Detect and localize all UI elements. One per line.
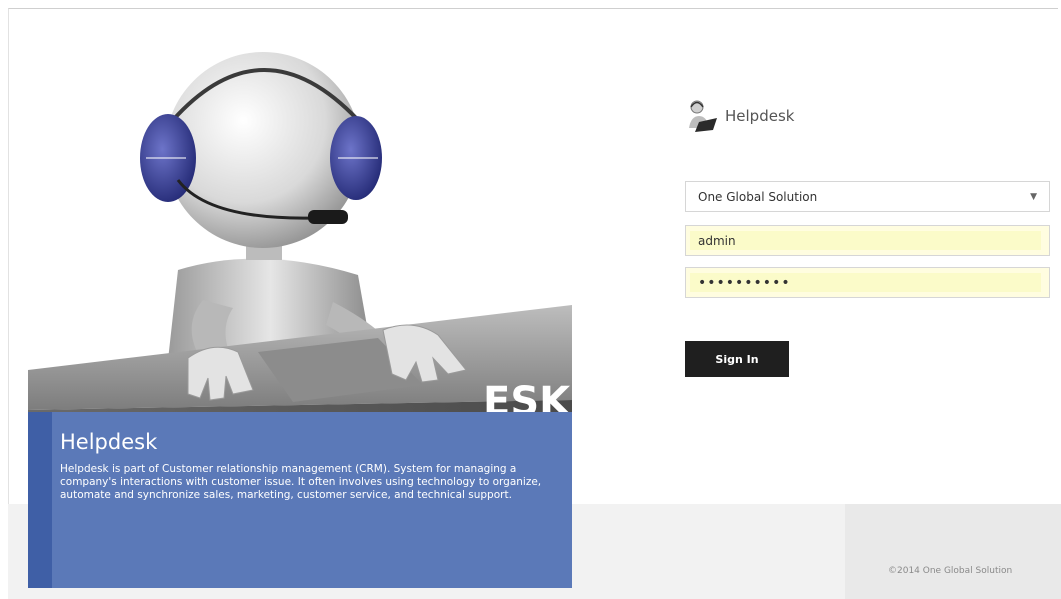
password-value: •••••••••• [698,274,791,291]
autofill-highlight [690,231,1041,250]
username-value: admin [698,233,736,248]
username-field[interactable]: admin [685,225,1050,256]
company-select[interactable]: One Global Solution ▼ [685,181,1050,212]
copyright-text: ©2014 One Global Solution [888,566,1013,576]
info-description: Helpdesk is part of Customer relationshi… [60,463,542,501]
password-field[interactable]: •••••••••• [685,267,1050,298]
chevron-down-icon: ▼ [1030,191,1037,202]
info-panel-accent [28,412,52,588]
info-title: Helpdesk [60,430,158,454]
signin-button[interactable]: Sign In [685,341,789,377]
brand-name: Helpdesk [725,107,795,125]
helpdesk-logo-icon [689,100,717,132]
info-panel: Helpdesk Helpdesk is part of Customer re… [28,412,572,588]
company-select-value: One Global Solution [698,189,818,204]
footer-area [845,504,1061,599]
login-brand: Helpdesk [685,98,794,134]
